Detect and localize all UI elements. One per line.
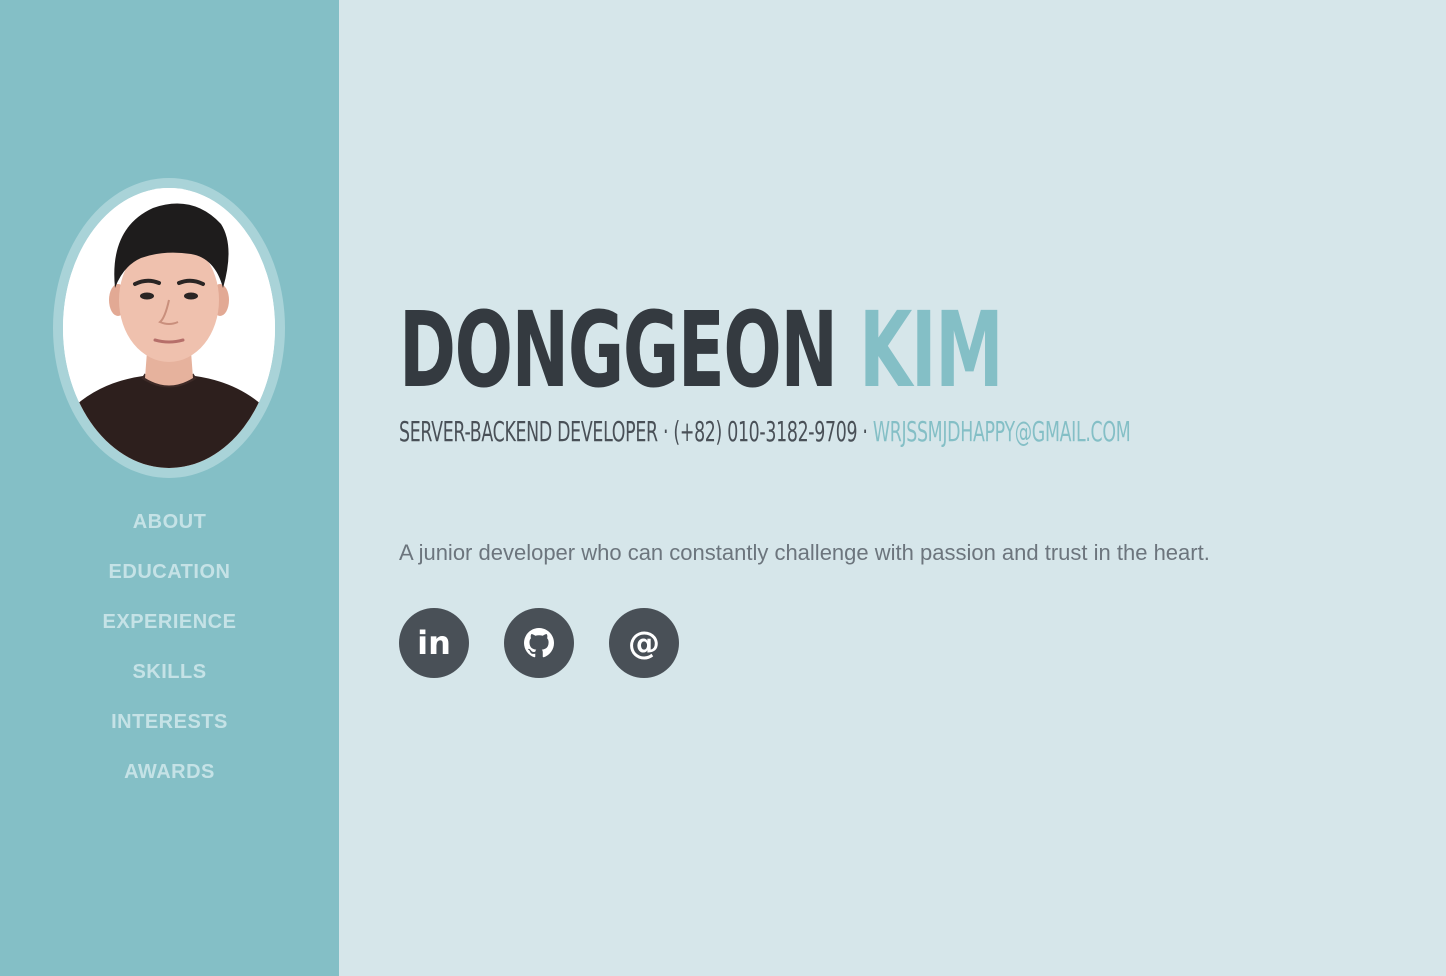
last-name: KIM bbox=[859, 289, 1003, 411]
role-text: SERVER-BACKEND DEVELOPER bbox=[399, 415, 658, 448]
nav-link-experience[interactable]: EXPERIENCE bbox=[103, 608, 237, 636]
nav-link-education[interactable]: EDUCATION bbox=[109, 558, 231, 586]
separator: · bbox=[862, 415, 868, 448]
nav-link-awards[interactable]: AWARDS bbox=[124, 758, 215, 786]
nav-item-education: EDUCATION bbox=[0, 558, 339, 608]
nav-item-about: ABOUT bbox=[0, 508, 339, 558]
nav-link-skills[interactable]: SKILLS bbox=[132, 658, 206, 686]
phone-text: (+82) 010-3182-9709 bbox=[673, 415, 858, 448]
avatar bbox=[63, 188, 275, 468]
github-button[interactable] bbox=[504, 608, 574, 678]
nav-link-interests[interactable]: INTERESTS bbox=[111, 708, 228, 736]
page-title: DONGGEON KIM bbox=[399, 289, 1004, 411]
lead-text: A junior developer who can constantly ch… bbox=[399, 540, 1210, 565]
sidebar: ABOUT EDUCATION EXPERIENCE SKILLS INTERE… bbox=[0, 0, 339, 976]
linkedin-button[interactable]: in bbox=[399, 608, 469, 678]
nav-item-skills: SKILLS bbox=[0, 658, 339, 708]
subheading: SERVER-BACKEND DEVELOPER · (+82) 010-318… bbox=[399, 414, 1131, 450]
github-icon bbox=[524, 628, 554, 658]
linkedin-icon: in bbox=[417, 624, 451, 662]
nav-item-experience: EXPERIENCE bbox=[0, 608, 339, 658]
social-icons: in @ bbox=[399, 608, 679, 678]
separator: · bbox=[662, 415, 669, 448]
nav-link-about[interactable]: ABOUT bbox=[133, 508, 207, 536]
email-link[interactable]: WRJSSMJDHAPPY@GMAIL.COM bbox=[873, 415, 1131, 448]
sidebar-nav: ABOUT EDUCATION EXPERIENCE SKILLS INTERE… bbox=[0, 508, 339, 808]
at-sign-icon: @ bbox=[628, 624, 660, 662]
nav-item-interests: INTERESTS bbox=[0, 708, 339, 758]
first-name: DONGGEON bbox=[399, 289, 838, 411]
email-button[interactable]: @ bbox=[609, 608, 679, 678]
nav-item-awards: AWARDS bbox=[0, 758, 339, 808]
